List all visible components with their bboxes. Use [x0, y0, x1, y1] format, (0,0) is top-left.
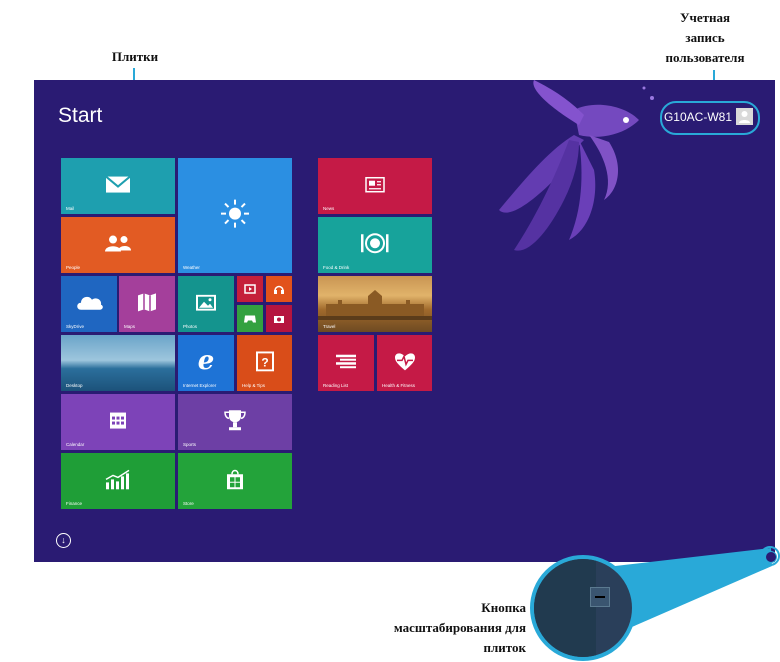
zoom-annotation-line-3: плиток	[483, 640, 526, 655]
zoom-annotation-line-2: масштабирования для	[393, 620, 526, 635]
semantic-zoom-button[interactable]	[765, 551, 777, 563]
zoom-minus-icon	[590, 587, 610, 607]
zoom-magnifier	[530, 555, 636, 661]
magnified-screen-corner	[534, 559, 596, 657]
zoom-callout	[615, 546, 780, 630]
zoom-annotation-line-1: Кнопка	[481, 600, 526, 615]
zoom-annotation: Кнопка масштабирования для плиток	[330, 598, 526, 658]
